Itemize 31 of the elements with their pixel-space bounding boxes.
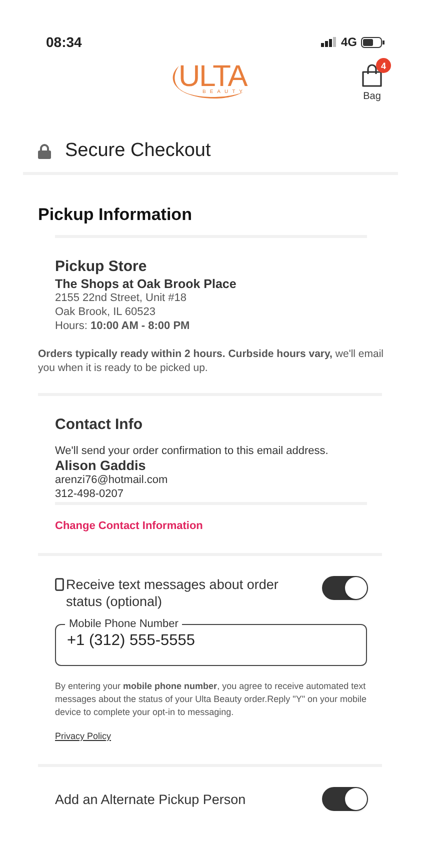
phone-number-field[interactable]: Mobile Phone Number +1 (312) 555-5555 xyxy=(55,618,367,666)
sms-toggle[interactable] xyxy=(322,576,368,600)
signal-icon xyxy=(320,37,337,47)
store-heading: Pickup Store xyxy=(55,258,148,275)
bag-count-badge: 4 xyxy=(376,58,391,73)
network-label: 4G xyxy=(340,35,357,49)
phone-icon xyxy=(55,578,64,591)
section-heading: Pickup Information xyxy=(38,205,193,225)
lock-icon xyxy=(38,144,51,158)
battery-icon xyxy=(361,36,385,48)
store-hours: Hours: 10:00 AM - 8:00 PM xyxy=(55,319,191,333)
store-name: The Shops at Oak Brook Place xyxy=(55,277,238,291)
change-contact-link[interactable]: Change Contact Information xyxy=(55,520,203,532)
bag-button[interactable]: 4 Bag xyxy=(353,58,391,102)
phone-number-input[interactable]: +1 (312) 555-5555 xyxy=(67,630,355,650)
privacy-policy-link[interactable]: Privacy Policy xyxy=(55,731,112,741)
sms-opt-in-label: Receive text messages about order status (optional) xyxy=(66,576,280,610)
contact-intro: We'll send your order confirmation to this email address. xyxy=(55,444,330,458)
section-heading: Contact Info xyxy=(55,416,144,433)
pickup-note: Orders typically ready within 2 hours. Curbside hours vary, we'll email you when it is ready to be picked up. xyxy=(38,347,385,375)
contact-phone: 312-498-0207 xyxy=(55,487,125,501)
contact-name: Alison Gaddis xyxy=(55,458,147,473)
alternate-pickup-label: Add an Alternate Pickup Person xyxy=(55,792,246,806)
sms-disclaimer: By entering your mobile phone number, you agree to receive automated text messages about the status of your Ulta Beauty order.Reply "Y" on your mobile device to complete your opt-in to messaging. xyxy=(55,680,368,719)
store-address: Oak Brook, IL 60523 xyxy=(55,305,156,319)
alternate-pickup-toggle[interactable] xyxy=(322,787,368,811)
store-address: 2155 22nd Street, Unit #18 xyxy=(55,291,188,305)
shopping-bag-icon xyxy=(361,64,383,88)
page-title: Secure Checkout xyxy=(65,140,211,162)
contact-email: arenzi76@hotmail.com xyxy=(55,473,169,487)
status-time: 08:34 xyxy=(46,34,82,50)
